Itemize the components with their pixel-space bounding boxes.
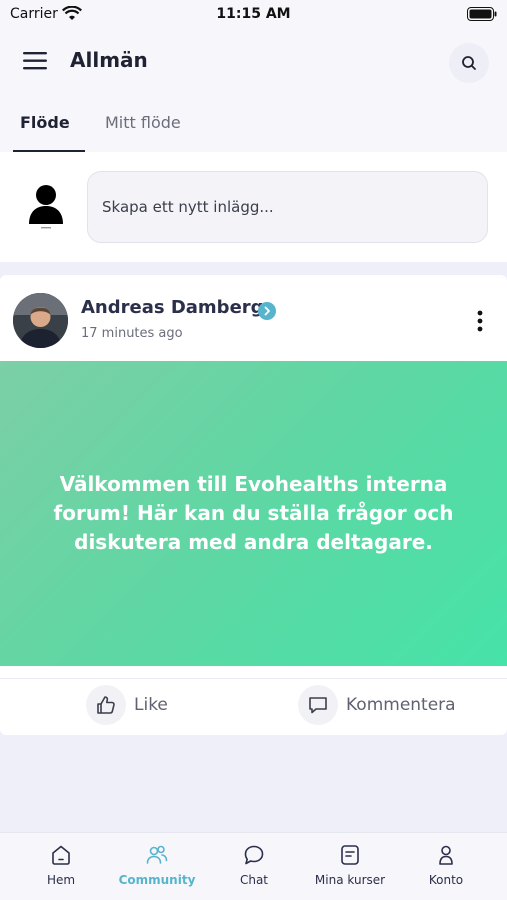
new-post-input[interactable]: Skapa ett nytt inlägg... [87,171,488,243]
nav-community[interactable]: Community [112,843,202,887]
nav-account[interactable]: Konto [401,843,491,887]
verified-badge-icon [258,302,276,320]
thumbs-up-icon [97,696,115,714]
post-text: Välkommen till Evohealths interna forum!… [53,472,454,554]
like-label: Like [134,695,168,715]
comment-icon-wrap [298,685,338,725]
bottom-nav: Hem Community Chat Mina kurser Konto [0,832,507,900]
nav-courses[interactable]: Mina kurser [305,843,395,887]
chat-icon [244,845,264,865]
feed-tabs: Flöde Mitt flöde [0,92,507,152]
post-timestamp: 17 minutes ago [81,326,183,341]
menu-icon[interactable] [22,50,48,72]
post-content-banner: Välkommen till Evohealths interna forum!… [0,361,507,666]
post-composer: Skapa ett nytt inlägg... [0,152,507,262]
post-card: Andreas Damberg 17 minutes ago Välkommen… [0,275,507,735]
author-photo [13,293,68,348]
status-time: 11:15 AM [216,6,291,22]
divider [0,678,507,679]
search-button[interactable] [449,43,489,83]
nav-community-label: Community [118,873,196,887]
nav-home[interactable]: Hem [16,843,106,887]
battery-icon [467,7,497,21]
comment-button[interactable]: Kommentera [298,685,456,725]
comment-label: Kommentera [346,695,456,715]
community-icon [146,845,168,864]
search-icon [462,56,476,70]
nav-account-label: Konto [428,873,464,887]
page-title: Allmän [70,48,148,72]
nav-home-label: Hem [46,873,76,887]
like-icon-wrap [86,685,126,725]
status-bar: Carrier 11:15 AM [0,0,507,30]
like-button[interactable]: Like [86,685,168,725]
home-icon [52,845,70,865]
comment-icon [309,697,327,714]
nav-chat-label: Chat [239,873,269,887]
more-options-icon[interactable] [475,309,485,333]
courses-icon [341,845,359,865]
user-avatar-icon [29,185,63,229]
nav-courses-label: Mina kurser [314,873,386,887]
app-header: Allmän [0,30,507,92]
tab-feed[interactable]: Flöde [20,113,70,132]
author-name[interactable]: Andreas Damberg [81,297,264,318]
account-icon [439,845,453,865]
tab-my-feed[interactable]: Mitt flöde [105,113,181,132]
author-avatar[interactable] [13,293,68,348]
nav-chat[interactable]: Chat [209,843,299,887]
